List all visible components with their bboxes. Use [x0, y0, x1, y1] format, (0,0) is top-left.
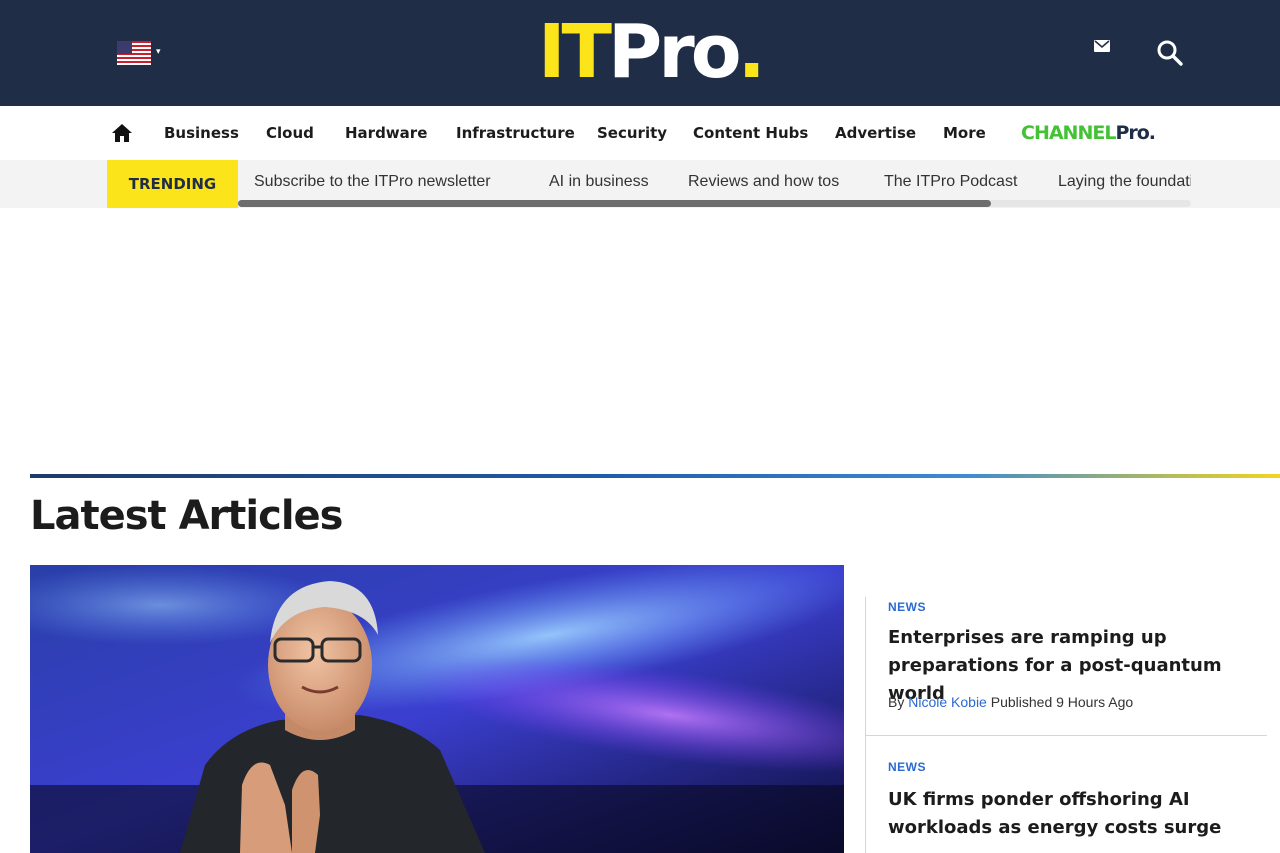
byline-by: By — [888, 694, 905, 710]
section-divider — [30, 474, 1280, 478]
trending-link-foundations[interactable]: Laying the foundations for AI — [1058, 172, 1191, 192]
article-byline: By Nicole Kobie Published 9 Hours Ago — [888, 693, 1133, 711]
us-flag-icon[interactable] — [117, 41, 151, 65]
article-separator — [865, 735, 1267, 736]
search-icon[interactable] — [1156, 39, 1184, 67]
trending-link-ai-in-business[interactable]: AI in business — [549, 172, 649, 192]
logo-pro: Pro — [608, 9, 742, 95]
site-header: ▾ ITPro. — [0, 0, 1280, 106]
nav-item-cloud[interactable]: Cloud — [266, 123, 314, 143]
logo-dot: . — [737, 9, 766, 95]
trending-label: TRENDING — [107, 160, 238, 208]
trending-link-podcast[interactable]: The ITPro Podcast — [884, 172, 1017, 192]
nav-item-security[interactable]: Security — [597, 123, 667, 143]
nav-item-more[interactable]: More — [943, 123, 986, 143]
nav-item-business[interactable]: Business — [164, 123, 239, 143]
logo-it: IT — [538, 9, 612, 95]
article-tag[interactable]: NEWS — [888, 760, 926, 774]
region-caret-icon[interactable]: ▾ — [156, 45, 161, 57]
article-headline[interactable]: UK firms ponder offshoring AI workloads … — [888, 786, 1268, 842]
channelpro-logo[interactable]: CHANNELPro. — [1021, 121, 1156, 145]
nav-item-content-hubs[interactable]: Content Hubs — [693, 123, 808, 143]
main-nav: Business Cloud Hardware Infrastructure S… — [0, 106, 1280, 160]
nav-item-hardware[interactable]: Hardware — [345, 123, 427, 143]
publish-time: Published 9 Hours Ago — [990, 694, 1134, 710]
mail-icon[interactable] — [1094, 40, 1110, 52]
trending-scrollbar-thumb[interactable] — [238, 200, 991, 207]
trending-link-reviews[interactable]: Reviews and how tos — [688, 172, 839, 192]
channelpro-logo-pro: Pro. — [1115, 122, 1156, 144]
article-tag[interactable]: NEWS — [888, 600, 926, 614]
section-title: Latest Articles — [30, 493, 343, 539]
author-link[interactable]: Nicole Kobie — [908, 694, 987, 710]
nav-item-infrastructure[interactable]: Infrastructure — [456, 123, 575, 143]
channelpro-logo-channel: CHANNEL — [1021, 122, 1116, 144]
hero-article-image[interactable] — [30, 565, 844, 853]
trending-link-newsletter[interactable]: Subscribe to the ITPro newsletter — [254, 172, 491, 192]
site-logo[interactable]: ITPro. — [538, 14, 766, 90]
home-icon[interactable] — [111, 123, 133, 143]
nav-item-advertise[interactable]: Advertise — [835, 123, 916, 143]
